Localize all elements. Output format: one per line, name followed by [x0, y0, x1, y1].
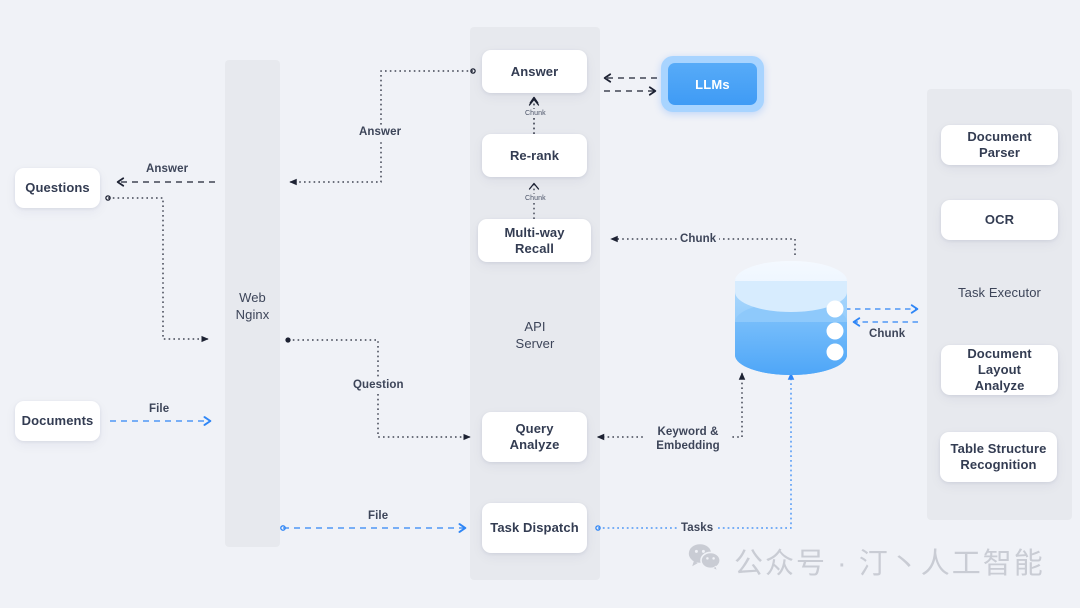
keyword-embedding-line2: Embedding [656, 440, 720, 452]
llms-node[interactable]: LLMs [661, 56, 764, 112]
table-structure-recognition-node[interactable]: Table Structure Recognition [940, 432, 1057, 482]
edge-label-keyword-embedding: Keyword & Embedding [646, 425, 730, 453]
ocr-node[interactable]: OCR [941, 200, 1058, 240]
edge-label-file-documents: File [146, 402, 173, 416]
web-nginx-label: Web Nginx [225, 289, 280, 323]
task-executor-label: Task Executor [958, 285, 1041, 300]
task-dispatch-node[interactable]: Task Dispatch [482, 503, 587, 553]
document-parser-node[interactable]: Document Parser [941, 125, 1058, 165]
document-layout-analyze-line2: Analyze [974, 378, 1025, 393]
query-analyze-line2: Analyze [509, 437, 560, 452]
api-server-label-line1: API [524, 319, 546, 334]
edge-api-to-llms [603, 73, 657, 96]
web-nginx-label-line2: Nginx [235, 307, 270, 322]
rerank-node[interactable]: Re-rank [482, 134, 587, 177]
diagram-canvas: Web Nginx API Server Task Executor Quest… [0, 0, 1080, 608]
wechat-watermark: 公众号 · 汀丶人工智能 [688, 540, 1045, 582]
document-layout-analyze-line1: Document Layout [967, 346, 1032, 377]
edge-label-tasks: Tasks [678, 521, 717, 535]
multi-way-recall-node[interactable]: Multi-way Recall [478, 219, 591, 262]
answer-node[interactable]: Answer [482, 50, 587, 93]
api-server-label-line2: Server [515, 336, 555, 351]
edge-label-chunk-multiway-rerank: Chunk [523, 194, 548, 203]
questions-node[interactable]: Questions [15, 168, 100, 208]
watermark-text: 公众号 · 汀丶人工智能 [734, 548, 1045, 580]
edge-label-file-dispatch: File [365, 509, 392, 523]
edge-label-chunk-rerank-answer: Chunk [523, 109, 548, 118]
api-server-label: API Server [470, 318, 600, 352]
edge-label-chunk-db-multiway: Chunk [677, 232, 720, 246]
wechat-icon [688, 543, 722, 579]
keyword-embedding-line1: Keyword & [657, 426, 719, 438]
llms-label: LLMs [668, 63, 757, 105]
edge-label-answer-left: Answer [143, 162, 192, 176]
query-analyze-line1: Query [515, 421, 554, 436]
vector-database-cylinder [735, 261, 847, 375]
edge-label-question: Question [350, 378, 407, 392]
table-structure-recognition-line1: Table Structure [950, 441, 1047, 456]
query-analyze-node[interactable]: Query Analyze [482, 412, 587, 462]
edge-label-chunk-db-executor: Chunk [866, 327, 909, 341]
web-nginx-label-line1: Web [239, 290, 266, 305]
table-structure-recognition-line2: Recognition [960, 457, 1037, 472]
documents-node[interactable]: Documents [15, 401, 100, 441]
edge-chunk-db-executor [845, 304, 919, 327]
edge-label-answer-api: Answer [356, 125, 405, 139]
edge-questions-to-web [105, 195, 209, 343]
document-layout-analyze-node[interactable]: Document Layout Analyze [941, 345, 1058, 395]
